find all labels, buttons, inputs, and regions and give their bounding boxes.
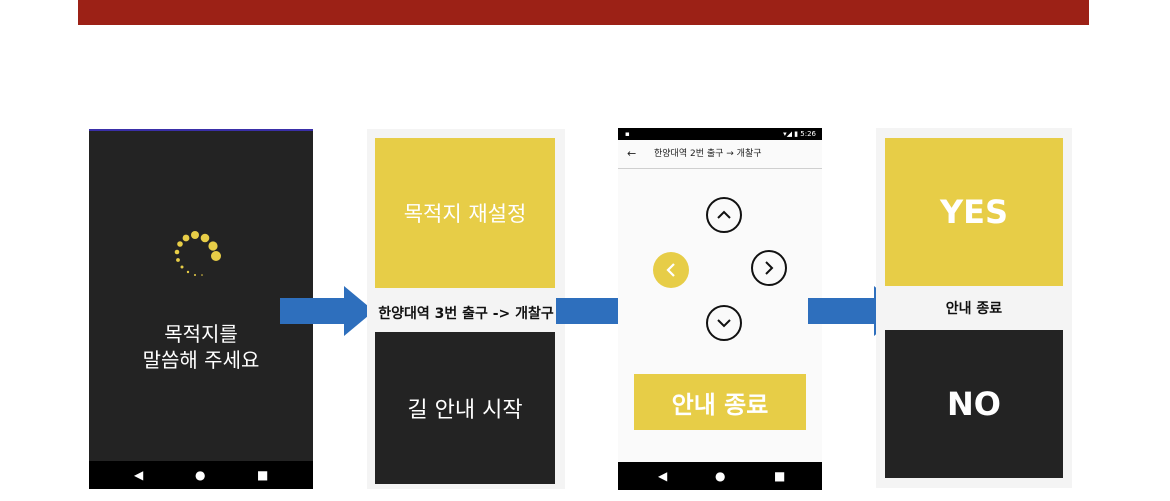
app-bar: ← 한양대역 2번 출구 → 개찰구: [618, 140, 822, 169]
status-bar: ▪ ▾◢ ▮ 5:26: [618, 128, 822, 140]
screen-end-confirm: YES 안내 종료 NO: [876, 128, 1072, 488]
route-title: 한양대역 2번 출구 → 개찰구: [654, 149, 762, 159]
loading-spinner-icon: [174, 231, 221, 276]
chevron-up-icon[interactable]: [706, 197, 742, 233]
chevron-down-icon[interactable]: [706, 305, 742, 341]
navigation-bar: ◀ ● ■: [89, 461, 313, 489]
home-nav-icon[interactable]: ●: [195, 468, 205, 482]
notification-icon: ▪: [625, 130, 630, 138]
home-nav-icon[interactable]: ●: [715, 469, 725, 483]
voice-prompt-line2: 말씀해 주세요: [142, 348, 260, 372]
screen-navigation: ▪ ▾◢ ▮ 5:26 ← 한양대역 2번 출구 → 개찰구 안내 종료 ◀ ●…: [618, 128, 822, 490]
start-guidance-button[interactable]: 길 안내 시작: [375, 332, 555, 484]
status-clock: ▾◢ ▮ 5:26: [783, 130, 816, 138]
route-label: 한양대역 3번 출구 -> 개찰구: [378, 306, 554, 322]
reset-destination-button[interactable]: 목적지 재설정: [375, 138, 555, 288]
end-confirm-label: 안내 종료: [945, 301, 1003, 317]
back-nav-icon[interactable]: ◀: [658, 469, 667, 483]
back-nav-icon[interactable]: ◀: [134, 468, 143, 482]
title-banner: [78, 0, 1089, 25]
screen-route-confirm: 목적지 재설정 한양대역 3번 출구 -> 개찰구 길 안내 시작: [367, 129, 565, 489]
flow-arrow-1: [280, 286, 374, 336]
navigation-bar: ◀ ● ■: [618, 462, 822, 490]
yes-button[interactable]: YES: [885, 138, 1063, 286]
end-guidance-button[interactable]: 안내 종료: [634, 374, 806, 430]
recent-apps-nav-icon[interactable]: ■: [774, 469, 785, 483]
chevron-right-icon[interactable]: [751, 250, 787, 286]
recent-apps-nav-icon[interactable]: ■: [257, 468, 268, 482]
no-button[interactable]: NO: [885, 330, 1063, 478]
back-arrow-icon[interactable]: ←: [627, 140, 636, 168]
chevron-left-icon[interactable]: [653, 252, 689, 288]
